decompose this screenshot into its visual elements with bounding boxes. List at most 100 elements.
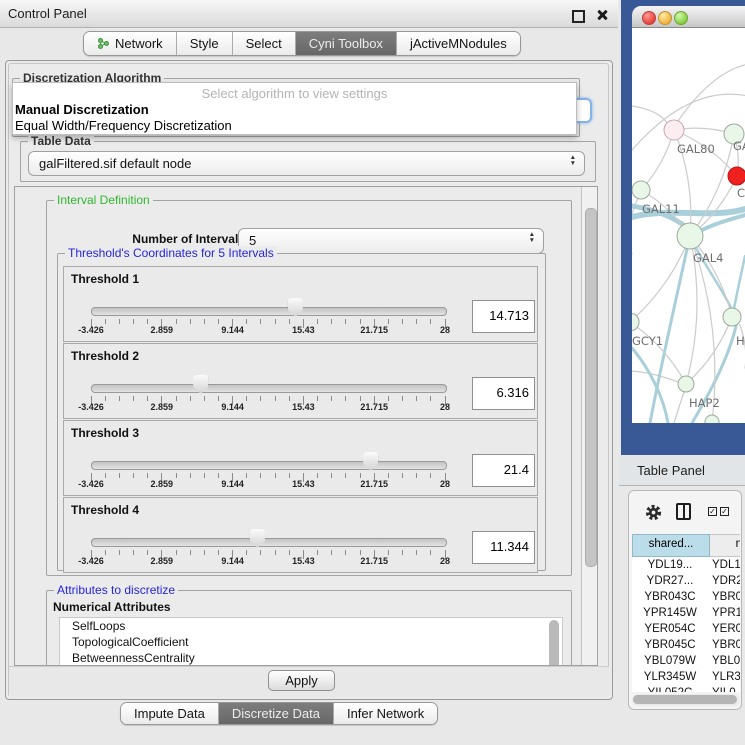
- tab-impute-data[interactable]: Impute Data: [121, 703, 218, 724]
- number-of-intervals-label: Number of Intervals: [92, 232, 245, 246]
- threshold-row-2: Threshold 2-3.4262.8599.14415.4321.71528…: [63, 343, 538, 419]
- network-node-label: HAP2: [689, 396, 720, 410]
- network-node-gal11[interactable]: [632, 181, 650, 199]
- slider-tick: [331, 319, 332, 324]
- vertical-scrollbar-thumb[interactable]: [585, 208, 597, 567]
- slider-tick: [133, 473, 134, 478]
- table-data-combobox[interactable]: galFiltered.sif default node ▲▼: [28, 151, 585, 176]
- network-node-h[interactable]: [723, 308, 741, 326]
- threshold-slider-track[interactable]: [91, 461, 447, 470]
- cell-name: YPR1: [708, 605, 740, 621]
- slider-tick: [416, 319, 417, 324]
- slider-tick: [119, 473, 120, 478]
- network-node-hap2[interactable]: [678, 376, 694, 392]
- table-data-group-title: Table Data: [28, 134, 94, 148]
- network-icon: [97, 37, 110, 50]
- threshold-label: Threshold 2: [71, 349, 139, 363]
- slider-tick: [430, 473, 431, 478]
- tab-select[interactable]: Select: [232, 32, 295, 55]
- slider-tick-label: 28: [421, 479, 469, 489]
- vertical-scrollbar[interactable]: [581, 187, 597, 665]
- close-traffic-light[interactable]: [642, 11, 656, 25]
- cell-shared-name: YLR345W: [632, 669, 708, 685]
- node-attribute-table: shared...nameYDL19...YDL1YDR27...YDR2YBR…: [632, 534, 740, 692]
- slider-tick-label: 28: [421, 556, 469, 566]
- table-row[interactable]: YBR045CYBR0: [632, 637, 740, 653]
- zoom-traffic-light[interactable]: [674, 11, 688, 25]
- tab-style[interactable]: Style: [176, 32, 232, 55]
- minimize-traffic-light[interactable]: [658, 11, 672, 25]
- cell-shared-name: YPR145W: [632, 605, 708, 621]
- table-row[interactable]: YIL052CYIL0: [632, 685, 740, 692]
- slider-tick: [402, 550, 403, 555]
- network-canvas[interactable]: GAL80GACGAL11GAL4GCY1HHAP2: [632, 28, 745, 423]
- network-edge: [674, 392, 684, 423]
- attribute-item-betweennesscentrality[interactable]: BetweennessCentrality: [60, 650, 562, 665]
- threshold-value-field[interactable]: 11.344: [472, 531, 535, 564]
- slider-tick: [246, 473, 247, 478]
- threshold-slider-track[interactable]: [91, 384, 447, 393]
- column-header-shared-name[interactable]: shared...: [632, 534, 710, 557]
- network-node[interactable]: [705, 415, 719, 423]
- split-columns-icon[interactable]: [676, 503, 691, 520]
- slider-tick: [119, 396, 120, 401]
- table-row[interactable]: YPR145WYPR1: [632, 605, 740, 621]
- tab-network[interactable]: Network: [84, 32, 176, 55]
- slider-tick: [133, 396, 134, 401]
- column-header-name[interactable]: name: [710, 534, 740, 557]
- slider-tick: [345, 396, 346, 401]
- slider-tick-label: 9.144: [209, 402, 257, 412]
- network-window-titlebar[interactable]: [632, 6, 745, 28]
- gear-icon[interactable]: [645, 504, 662, 521]
- table-row[interactable]: YLR345WYLR3: [632, 669, 740, 685]
- numerical-attributes-label: Numerical Attributes: [53, 600, 171, 614]
- slider-tick: [218, 396, 219, 401]
- slider-tick: [360, 319, 361, 324]
- threshold-row-4: Threshold 4-3.4262.8599.14415.4321.71528…: [63, 497, 538, 573]
- list-scrollbar-thumb[interactable]: [549, 620, 559, 665]
- slider-tick-label: 2.859: [138, 479, 186, 489]
- network-node-gal4[interactable]: [677, 223, 703, 249]
- table-row[interactable]: YDR27...YDR2: [632, 573, 740, 589]
- threshold-row-3: Threshold 3-3.4262.8599.14415.4321.71528…: [63, 420, 538, 496]
- float-window-icon[interactable]: [572, 10, 585, 23]
- network-node-label: GA: [733, 139, 745, 153]
- tab-discretize-data[interactable]: Discretize Data: [218, 703, 333, 724]
- threshold-slider-track[interactable]: [91, 538, 447, 547]
- table-row[interactable]: YER054CYER0: [632, 621, 740, 637]
- horizontal-scrollbar-thumb[interactable]: [633, 695, 737, 704]
- cell-shared-name: YBR045C: [632, 637, 708, 653]
- close-icon[interactable]: [596, 9, 608, 21]
- tab-select-label: Select: [246, 36, 282, 51]
- slider-tick: [218, 473, 219, 478]
- dropdown-option-manual[interactable]: Manual Discretization: [13, 102, 576, 118]
- horizontal-scrollbar[interactable]: [632, 694, 740, 706]
- apply-button[interactable]: Apply: [268, 670, 335, 691]
- tab-jactivemnodules[interactable]: jActiveMNodules: [396, 32, 520, 55]
- threshold-value-field[interactable]: 6.316: [472, 377, 535, 410]
- tab-cyni-toolbox[interactable]: Cyni Toolbox: [295, 32, 396, 55]
- threshold-value-field[interactable]: 21.4: [472, 454, 535, 487]
- attributes-group-title: Attributes to discretize: [54, 583, 178, 597]
- network-edge: [632, 371, 678, 382]
- threshold-slider-track[interactable]: [91, 307, 447, 316]
- network-node-c[interactable]: [728, 167, 745, 185]
- table-row[interactable]: YBL079WYBL0: [632, 653, 740, 669]
- table-panel-header: Table Panel: [619, 455, 745, 486]
- dropdown-option-equal-width[interactable]: Equal Width/Frequency Discretization: [13, 118, 576, 134]
- table-row[interactable]: YDL19...YDL1: [632, 557, 740, 573]
- network-node-gal80[interactable]: [664, 120, 684, 140]
- slider-tick-label: 9.144: [209, 556, 257, 566]
- tab-infer-network[interactable]: Infer Network: [333, 703, 437, 724]
- slider-tick: [147, 396, 148, 401]
- attribute-item-topologicalcoefficient[interactable]: TopologicalCoefficient: [60, 634, 562, 650]
- table-row[interactable]: YBR043CYBR0: [632, 589, 740, 605]
- number-of-intervals-spinner[interactable]: 5 ▲▼: [238, 228, 544, 254]
- slider-tick-label: 2.859: [138, 325, 186, 335]
- select-columns-icon[interactable]: ✓ ✓: [708, 507, 729, 516]
- cell-shared-name: YER054C: [632, 621, 708, 637]
- cell-shared-name: YDR27...: [632, 573, 708, 589]
- thresholds-group: Threshold's Coordinates for 5 Intervals …: [57, 253, 546, 571]
- attribute-item-selfloops[interactable]: SelfLoops: [60, 618, 562, 634]
- threshold-value-field[interactable]: 14.713: [472, 300, 535, 333]
